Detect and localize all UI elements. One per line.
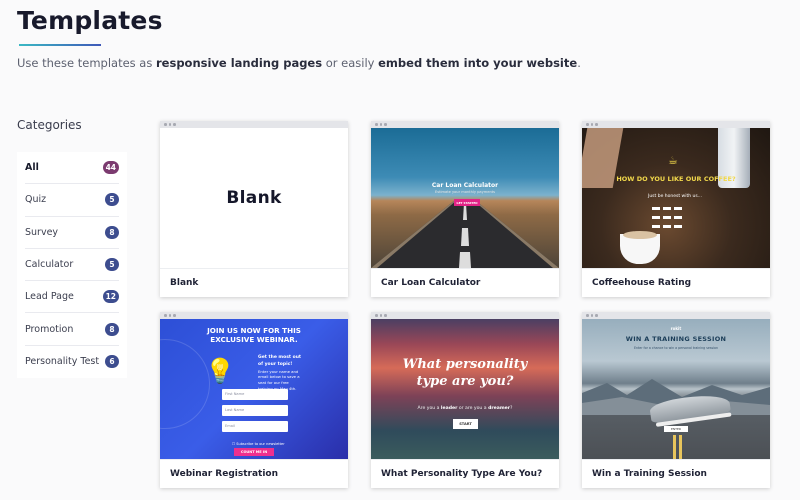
page-title: Templates: [17, 6, 163, 35]
category-label: Quiz: [25, 194, 47, 206]
category-all[interactable]: All 44: [25, 152, 119, 185]
preview-button: COUNT ME IN: [234, 448, 274, 456]
categories-heading: Categories: [17, 118, 82, 132]
title-underline: [19, 44, 101, 46]
category-count-badge: 8: [105, 225, 119, 239]
category-label: Calculator: [25, 259, 74, 271]
coffee-cup-icon: ☕: [668, 154, 678, 167]
category-count-badge: 12: [102, 290, 119, 304]
template-card-car-loan-calculator[interactable]: Car Loan Calculator Estimate your monthl…: [371, 121, 559, 297]
preview-subtitle: Are you a leader or are you a dreamer?: [417, 406, 513, 411]
preview-title: WIN A TRAINING SESSION: [625, 335, 727, 343]
preview-button: ENTER: [664, 426, 688, 432]
template-title: Webinar Registration: [160, 459, 348, 488]
template-preview: What personality type are you? Are you a …: [371, 319, 559, 459]
template-title: Blank: [160, 268, 348, 297]
template-preview: JOIN US NOW FOR THIS EXCLUSIVE WEBINAR. 💡…: [160, 319, 348, 459]
coffee-cup-image: [620, 231, 660, 264]
category-personality-test[interactable]: Personality Test 6: [25, 346, 119, 378]
category-label: Personality Test: [25, 356, 100, 368]
preview-title: HOW DO YOU LIKE OUR COFFEE?: [616, 175, 736, 183]
preview-title: JOIN US NOW FOR THIS EXCLUSIVE WEBINAR.: [207, 326, 301, 345]
browser-bar: [371, 312, 559, 319]
preview-body: Get the most out of your topic! Enter you…: [258, 355, 302, 391]
category-label: Lead Page: [25, 291, 74, 303]
category-list: All 44 Quiz 5 Survey 8 Calculator 5 Lead Pag…: [17, 152, 127, 379]
category-promotion[interactable]: Promotion 8: [25, 313, 119, 346]
preview-subtitle: Estimate your monthly payments: [434, 190, 496, 194]
brand-logo: rokit: [670, 326, 682, 331]
category-lead-page[interactable]: Lead Page 12: [25, 281, 119, 314]
category-count-badge: 5: [105, 258, 119, 272]
template-title: Car Loan Calculator: [371, 268, 559, 297]
template-card-personality-type[interactable]: What personality type are you? Are you a …: [371, 312, 559, 488]
template-preview: ☕ HOW DO YOU LIKE OUR COFFEE? Just be ho…: [582, 128, 770, 268]
preview-button: GET STARTED: [454, 199, 480, 206]
email-field: Email: [222, 421, 288, 432]
browser-bar: [160, 121, 348, 128]
browser-bar: [160, 312, 348, 319]
browser-bar: [582, 312, 770, 319]
template-title: Coffeehouse Rating: [582, 268, 770, 297]
category-label: Survey: [25, 226, 59, 238]
template-card-win-training-session[interactable]: rokit WIN A TRAINING SESSION Enter for a…: [582, 312, 770, 488]
template-title: What Personality Type Are You?: [371, 459, 559, 488]
preview-title: What personality type are you?: [402, 357, 528, 389]
preview-title: Blank: [226, 188, 282, 208]
category-count-badge: 5: [105, 193, 119, 207]
category-count-badge: 8: [105, 322, 119, 336]
lightbulb-icon: 💡: [205, 357, 235, 385]
template-preview: rokit WIN A TRAINING SESSION Enter for a…: [582, 319, 770, 459]
preview-title: Car Loan Calculator: [431, 182, 499, 189]
category-label: All: [25, 162, 39, 174]
preview-subtitle: Just be honest with us...: [648, 194, 703, 199]
preview-subtitle: Enter for a chance to win a personal tra…: [633, 346, 719, 350]
road-illustration: [371, 200, 559, 268]
page-subtitle: Use these templates as responsive landin…: [17, 56, 581, 70]
category-label: Promotion: [25, 323, 74, 335]
template-card-coffeehouse-rating[interactable]: ☕ HOW DO YOU LIKE OUR COFFEE? Just be ho…: [582, 121, 770, 297]
template-preview: Car Loan Calculator Estimate your monthl…: [371, 128, 559, 268]
category-survey[interactable]: Survey 8: [25, 217, 119, 249]
template-card-webinar-registration[interactable]: JOIN US NOW FOR THIS EXCLUSIVE WEBINAR. 💡…: [160, 312, 348, 488]
category-count-badge: 6: [105, 355, 119, 369]
template-title: Win a Training Session: [582, 459, 770, 488]
category-calculator[interactable]: Calculator 5: [25, 249, 119, 282]
template-preview: Blank: [160, 128, 348, 268]
rating-rows: [652, 206, 685, 233]
category-quiz[interactable]: Quiz 5: [25, 184, 119, 217]
browser-bar: [371, 121, 559, 128]
preview-button: START: [453, 419, 478, 429]
browser-bar: [582, 121, 770, 128]
newsletter-checkbox: ☐ Subscribe to our newsletter: [232, 442, 285, 446]
category-count-badge: 44: [102, 161, 119, 175]
template-card-blank[interactable]: Blank Blank: [160, 121, 348, 297]
first-name-field: First Name: [222, 389, 288, 400]
last-name-field: Last Name: [222, 405, 288, 416]
